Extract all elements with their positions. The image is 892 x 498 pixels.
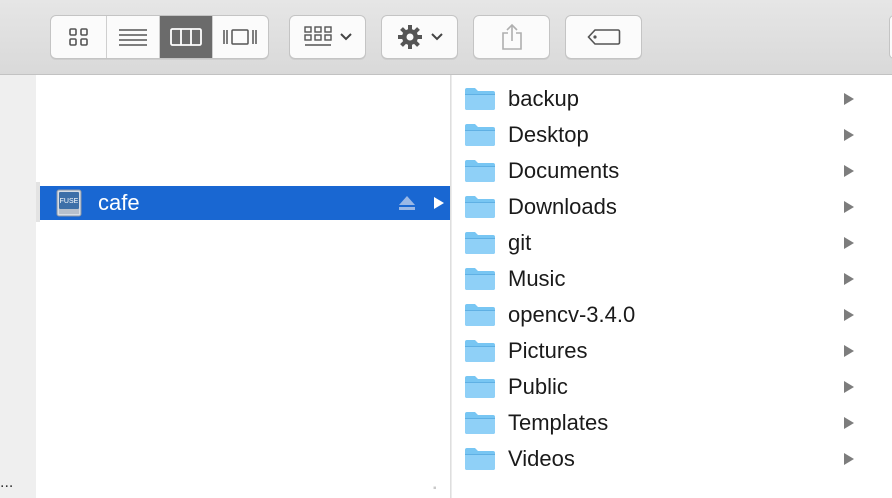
list-view-button[interactable] [107, 16, 160, 58]
folder-icon [465, 304, 495, 326]
edit-tags-button[interactable] [565, 15, 642, 59]
disclosure-arrow-icon [844, 129, 854, 141]
list-view-icon [119, 29, 148, 46]
folder-row[interactable]: Desktop [452, 116, 892, 152]
folder-row[interactable]: backup [452, 80, 892, 116]
column-2: backup Desktop Documents Downloads git Music o… [452, 75, 892, 498]
disclosure-arrow-icon [844, 237, 854, 249]
disclosure-arrow-icon [844, 309, 854, 321]
folder-icon [465, 448, 495, 470]
folder-icon [465, 124, 495, 146]
folder-label: git [508, 230, 532, 255]
folder-icon [465, 232, 495, 254]
disclosure-arrow-icon [844, 417, 854, 429]
disclosure-arrow-icon [844, 345, 854, 357]
folder-label: Public [508, 374, 568, 399]
toolbar [0, 0, 892, 75]
disclosure-arrow-icon [844, 273, 854, 285]
folder-label: opencv-3.4.0 [508, 302, 636, 327]
grid-arrange-icon [303, 26, 332, 46]
selected-volume-row[interactable]: FUSE cafe [40, 186, 450, 220]
folder-row[interactable]: git [452, 224, 892, 260]
cover-flow-view-button[interactable] [213, 16, 268, 58]
folder-icon [465, 268, 495, 290]
folder-label: backup [508, 86, 579, 111]
disclosure-arrow-icon [844, 165, 854, 177]
column-resize-handle[interactable]: ▪ [433, 483, 437, 494]
folder-icon [465, 88, 495, 110]
folder-label: Desktop [508, 122, 589, 147]
eject-icon[interactable] [398, 195, 416, 211]
disclosure-arrow-icon [434, 197, 444, 209]
icon-view-button[interactable] [51, 16, 108, 58]
action-menu-button[interactable] [381, 15, 458, 59]
folder-row[interactable]: Public [452, 368, 892, 404]
column-view-button[interactable] [160, 16, 213, 58]
volume-label: cafe [98, 190, 140, 215]
folder-label: Templates [508, 410, 609, 435]
column-1 [36, 75, 451, 498]
tag-icon [586, 29, 620, 45]
folder-row[interactable]: opencv-3.4.0 [452, 296, 892, 332]
fuse-drive-icon: FUSE [56, 189, 82, 217]
folder-icon [465, 412, 495, 434]
folder-row[interactable]: Music [452, 260, 892, 296]
folder-row[interactable]: Documents [452, 152, 892, 188]
folder-label: Pictures [508, 338, 588, 363]
folder-label: Music [508, 266, 566, 291]
folder-row[interactable]: Pictures [452, 332, 892, 368]
folder-icon [465, 376, 495, 398]
folder-icon [465, 196, 495, 218]
folder-label: Downloads [508, 194, 617, 219]
folder-row[interactable]: Videos [452, 440, 892, 476]
disclosure-arrow-icon [844, 201, 854, 213]
column-view-icon [169, 28, 202, 46]
view-mode-segmented-control [50, 15, 269, 59]
cover-flow-icon [223, 29, 257, 45]
folder-icon [465, 340, 495, 362]
folder-row[interactable]: Downloads [452, 188, 892, 224]
chevron-down-icon [430, 33, 443, 41]
sidebar-overflow-text: ... [0, 474, 14, 491]
disclosure-arrow-icon [844, 381, 854, 393]
share-icon [501, 23, 522, 50]
sidebar: ... [0, 75, 36, 498]
fuse-badge-text: FUSE [60, 198, 79, 205]
folder-label: Videos [508, 446, 575, 471]
gear-icon [397, 25, 422, 49]
arrange-menu-button[interactable] [289, 15, 366, 59]
chevron-down-icon [339, 33, 352, 41]
folder-icon [465, 160, 495, 182]
disclosure-arrow-icon [844, 93, 854, 105]
icon-view-icon [68, 28, 88, 46]
disclosure-arrow-icon [844, 453, 854, 465]
folder-row[interactable]: Templates [452, 404, 892, 440]
share-button[interactable] [473, 15, 550, 59]
folder-label: Documents [508, 158, 620, 183]
